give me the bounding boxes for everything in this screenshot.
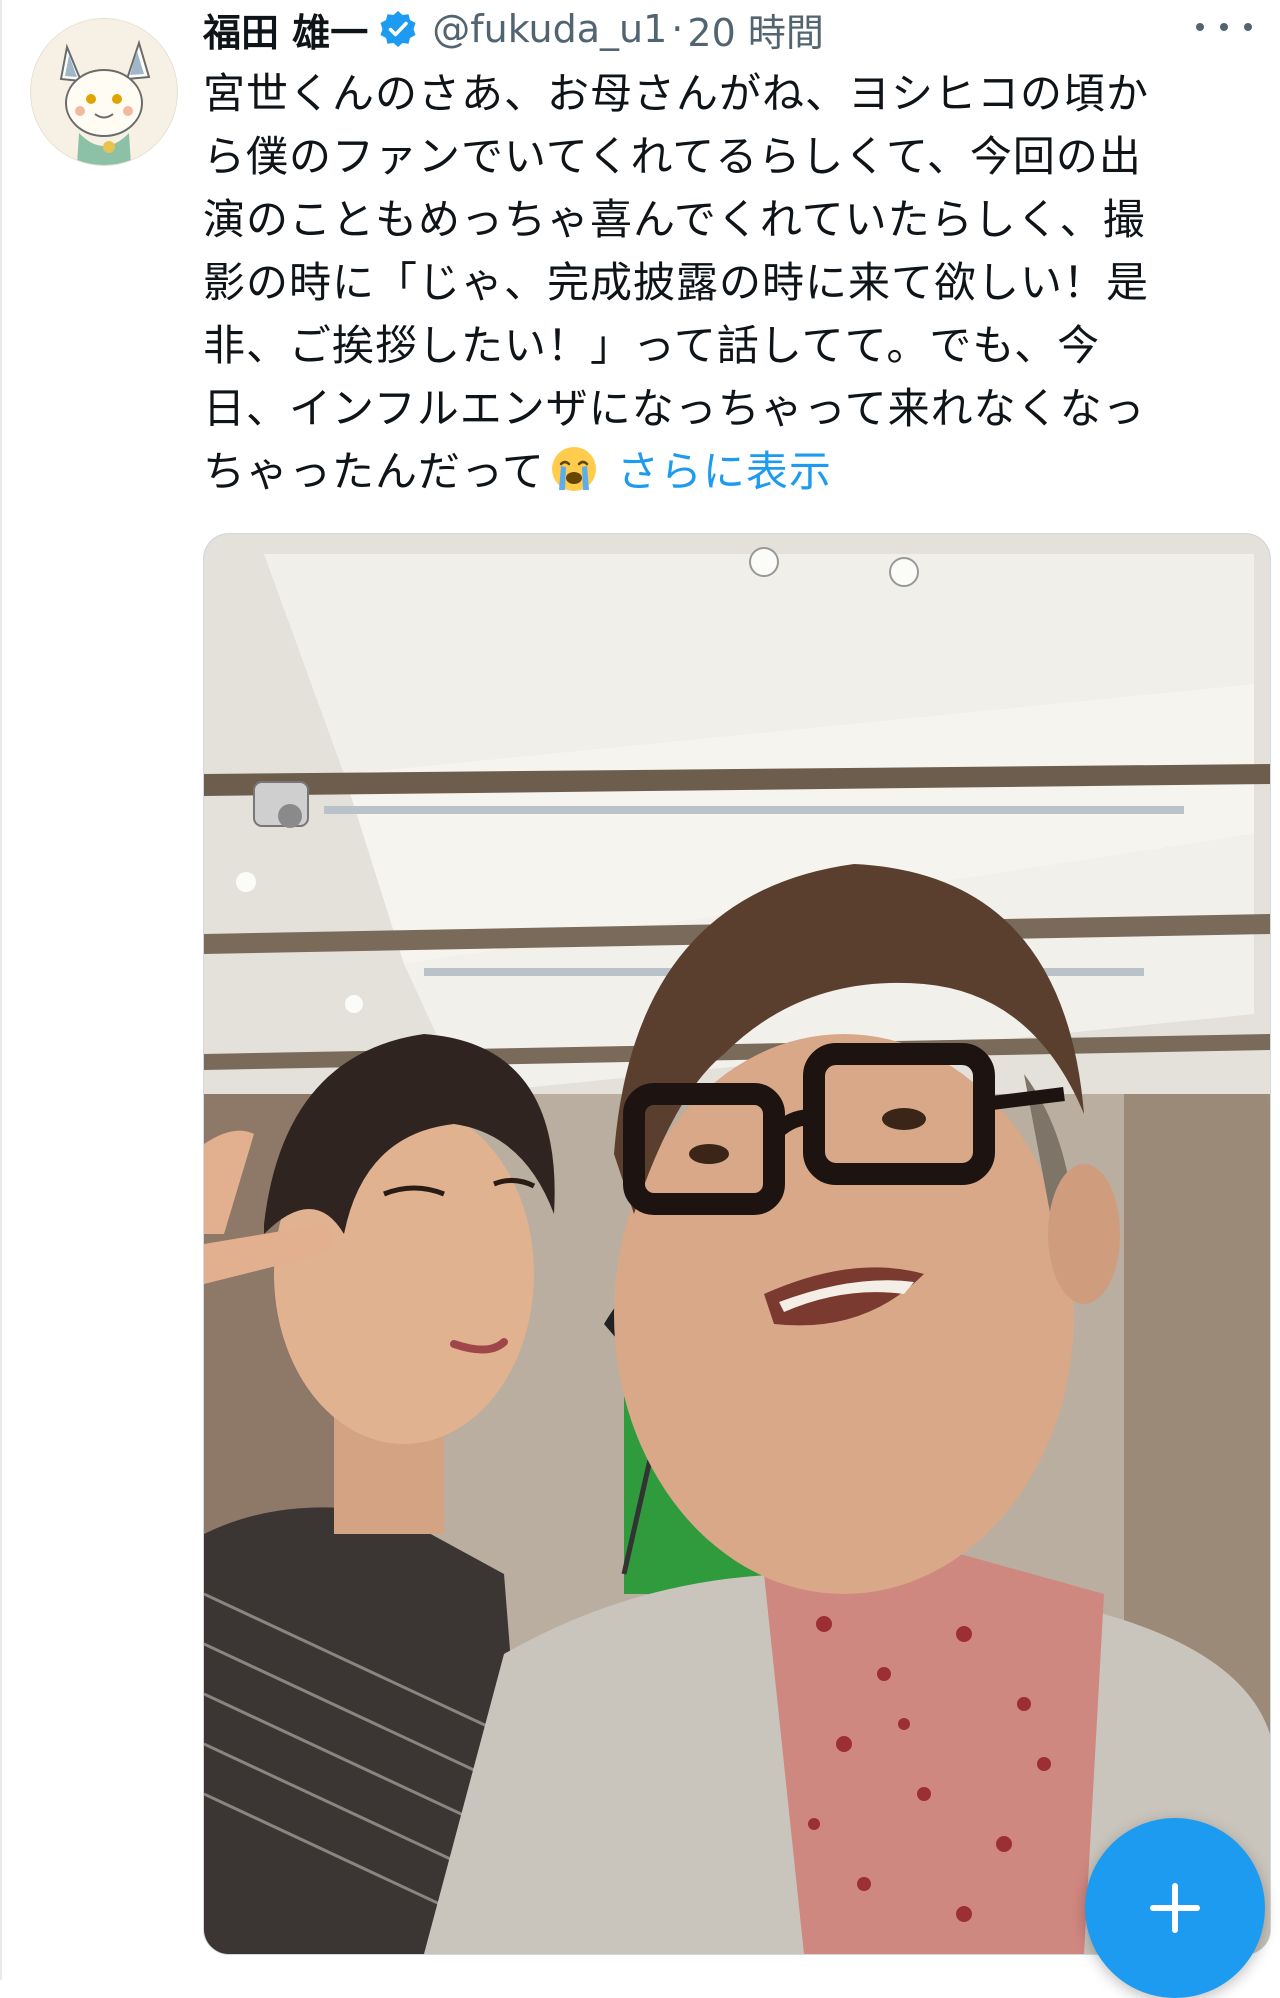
timeline-border bbox=[0, 0, 2, 1980]
tweet-text-line: 非、ご挨拶したい！」って話してて。でも、今 bbox=[203, 321, 1101, 370]
plus-icon bbox=[1150, 1883, 1200, 1933]
tweet-header: 福田 雄一 @fukuda_u1 · 20 時間 bbox=[203, 0, 824, 58]
selfie-photo bbox=[204, 534, 1270, 1954]
tweet-timestamp[interactable]: 20 時間 bbox=[687, 2, 823, 57]
show-more-link[interactable]: さらに表示 bbox=[617, 447, 832, 496]
more-dot bbox=[1220, 23, 1228, 31]
author-handle[interactable]: @fukuda_u1 bbox=[432, 7, 667, 51]
verified-badge-icon bbox=[378, 9, 418, 49]
avatar-illustration bbox=[31, 19, 177, 165]
tweet-text-line: 演のこともめっちゃ喜んでくれていたらしく、撮 bbox=[203, 195, 1146, 244]
author-name[interactable]: 福田 雄一 bbox=[203, 2, 368, 57]
tweet-text-line: 宮世くんのさあ、お母さんがね、ヨシヒコの頃か bbox=[203, 69, 1150, 118]
avatar[interactable] bbox=[30, 18, 178, 166]
tweet-text-line: ら僕のファンでいてくれてるらしくて、今回の出 bbox=[203, 132, 1142, 181]
more-horizontal-icon[interactable] bbox=[1196, 12, 1252, 42]
compose-button[interactable] bbox=[1085, 1818, 1265, 1998]
separator-dot: · bbox=[671, 7, 684, 51]
tweet-photo[interactable] bbox=[203, 533, 1271, 1955]
tweet-text: 宮世くんのさあ、お母さんがね、ヨシヒコの頃か ら僕のファンでいてくれてるらしくて… bbox=[203, 62, 1223, 503]
loudly-crying-face-icon bbox=[549, 444, 599, 494]
more-dot bbox=[1244, 23, 1252, 31]
tweet-text-last-line: ちゃったんだって さらに表示 bbox=[203, 440, 1223, 503]
tweet[interactable]: 福田 雄一 @fukuda_u1 · 20 時間 宮世くんのさあ、お母さんがね、… bbox=[0, 0, 1280, 1998]
tweet-text-line: 日、インフルエンザになっちゃって来れなくなっ bbox=[203, 384, 1146, 433]
more-dot bbox=[1196, 23, 1204, 31]
tweet-text-line: ちゃったんだって bbox=[203, 447, 545, 496]
tweet-text-line: 影の時に「じゃ、完成披露の時に来て欲しい！是 bbox=[203, 258, 1150, 307]
